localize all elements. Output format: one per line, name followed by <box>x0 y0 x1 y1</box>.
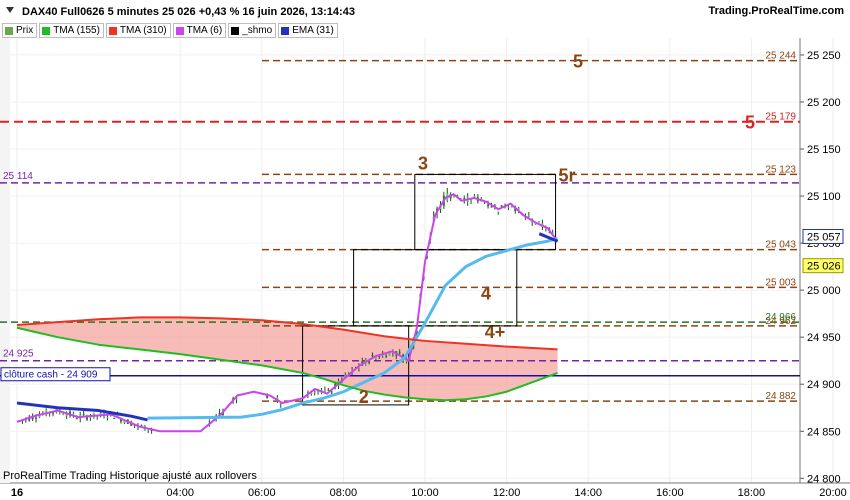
candle-body <box>385 355 388 357</box>
level-label-left: 25 114 <box>3 171 33 182</box>
cloture-label: clôture cash - 24 909 <box>4 370 98 381</box>
x-tick-label: 18:00 <box>738 487 766 499</box>
candle-body <box>35 417 38 419</box>
wave-tag-4: 4 <box>481 283 491 303</box>
level-label-left: 24 925 <box>3 349 34 360</box>
level-label: 25 003 <box>765 277 796 288</box>
candle-body <box>371 354 374 356</box>
y-tick-label: 25 200 <box>807 97 841 109</box>
x-tick-label: 04:00 <box>166 487 194 499</box>
wave-tag-5: 5 <box>573 52 583 72</box>
price-chart[interactable]: 16 04:00 06:00 08:00 10:00 12:00 14:00 16:00 18:… <box>0 0 850 500</box>
candle-body <box>75 418 78 420</box>
candle-body <box>487 204 490 207</box>
x-tick-label: 20:00 <box>819 487 847 499</box>
y-tick-label: 24 850 <box>807 426 841 438</box>
wave-tag-5: 5 <box>745 113 755 133</box>
y-tick-label: 25 150 <box>807 144 841 156</box>
candle-body <box>368 361 371 363</box>
candle-body <box>82 413 85 415</box>
candle-body <box>473 195 476 197</box>
y-tick-label: 25 100 <box>807 191 841 203</box>
x-tick-label: 10:00 <box>411 487 439 499</box>
price-tag-label: 25 026 <box>807 261 841 273</box>
level-label: 25 043 <box>765 240 796 251</box>
candle-body <box>327 389 330 391</box>
candle-body <box>538 221 541 223</box>
candle-body <box>147 429 150 431</box>
price-tag-label: 25 057 <box>807 232 841 244</box>
level-label: 25 123 <box>765 164 796 175</box>
candle-body <box>330 391 333 393</box>
candle-body <box>106 416 109 418</box>
candle-body <box>62 414 65 416</box>
candle-body <box>113 417 116 419</box>
wave-label: 3 <box>418 154 428 174</box>
x-tick-label: 14:00 <box>574 487 602 499</box>
y-tick-label: 24 900 <box>807 379 841 391</box>
footer-note: ProRealTime Trading Historique ajusté au… <box>3 470 257 482</box>
candle-body <box>378 356 381 358</box>
level-label: 24 882 <box>765 391 796 402</box>
candle-body <box>490 206 493 208</box>
x-tick-label: 08:00 <box>330 487 358 499</box>
level-label: 25 179 <box>765 112 796 123</box>
wave-tag-4+: 4+ <box>485 322 506 342</box>
left-scroll-edge[interactable] <box>0 38 10 483</box>
y-tick-label: 24 950 <box>807 332 841 344</box>
level-label: 24 962 <box>765 316 796 327</box>
x-tick-label: 12:00 <box>493 487 521 499</box>
y-tick-label: 25 250 <box>807 50 841 62</box>
x-tick-label: 06:00 <box>248 487 276 499</box>
candle-body <box>504 207 507 209</box>
candle-body <box>507 206 510 208</box>
candle-body <box>497 211 500 213</box>
candle-body <box>398 352 401 354</box>
candle-body <box>470 199 473 201</box>
candle-body <box>527 215 530 217</box>
x-tick-label: 16:00 <box>656 487 684 499</box>
wave-label: 2 <box>359 387 369 407</box>
x-tick-label: 16 <box>11 487 23 499</box>
y-tick-label: 25 000 <box>807 285 841 297</box>
candle-body <box>313 391 316 393</box>
level-label: 25 244 <box>765 51 796 62</box>
plot-area <box>0 38 800 483</box>
